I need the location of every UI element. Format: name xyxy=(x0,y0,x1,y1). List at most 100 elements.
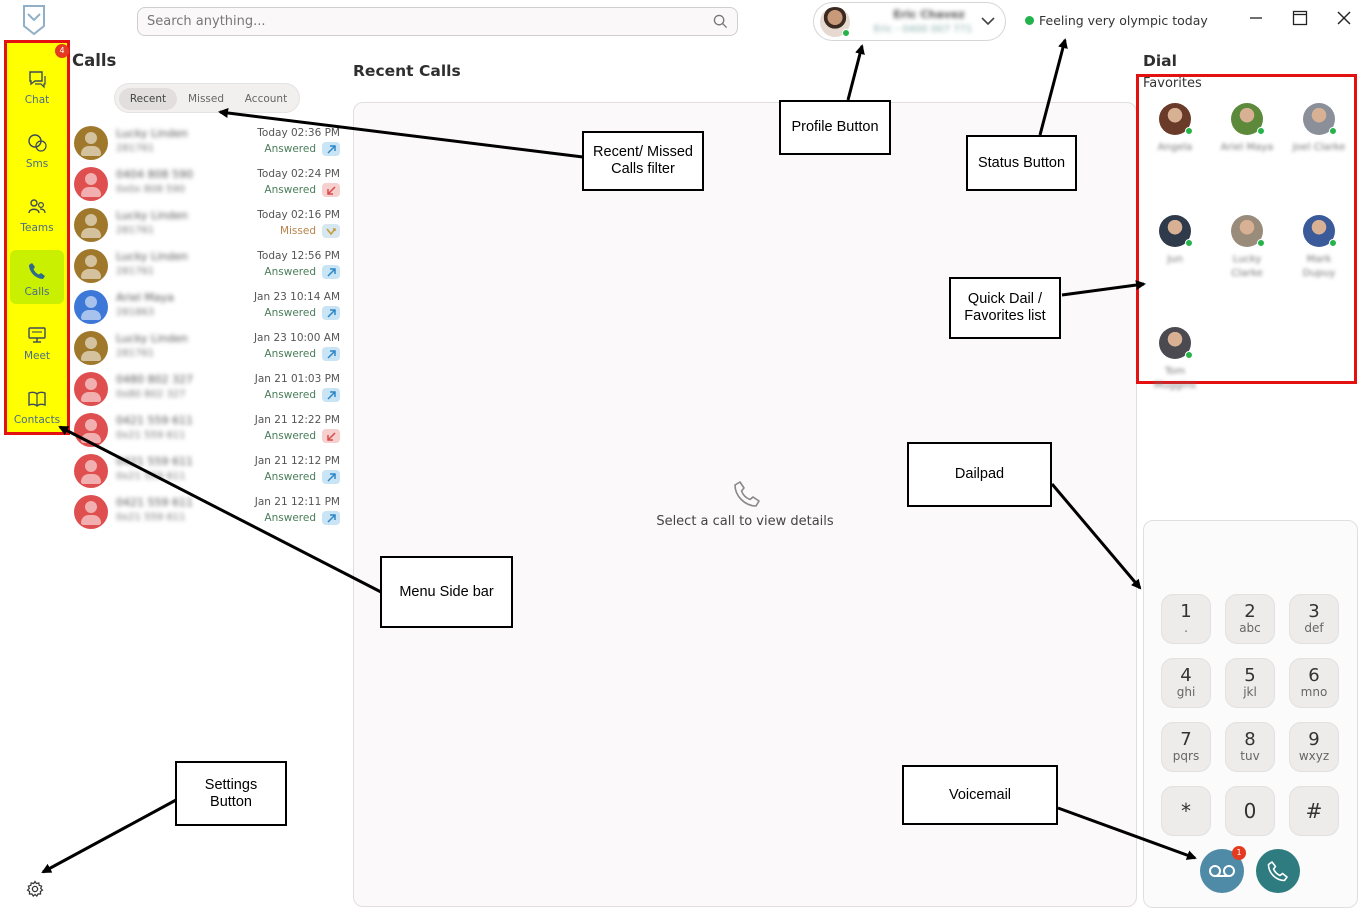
avatar xyxy=(74,208,108,242)
minimize-icon[interactable] xyxy=(1248,10,1264,26)
caller-number: 0x21 559 611 xyxy=(116,471,186,482)
status-button[interactable]: Feeling very olympic today xyxy=(1025,13,1208,28)
caller-name: 0404 808 590 xyxy=(116,168,193,181)
key-letters: def xyxy=(1304,621,1324,635)
profile-button[interactable]: Eric Chavez Eric - 0400 007 771 xyxy=(813,2,1006,41)
favorite-contact[interactable]: Lucky Clarke xyxy=(1217,215,1277,293)
maximize-icon[interactable] xyxy=(1292,10,1308,26)
caller-name: Lucky Linden xyxy=(116,250,188,263)
outgoing-call-icon xyxy=(322,347,340,361)
call-row[interactable]: Ariel Maya 281863 Jan 23 10:14 AM Answered xyxy=(74,290,344,331)
caller-name: 0421 559 611 xyxy=(116,496,193,509)
status-dot-icon xyxy=(1025,16,1034,25)
call-row[interactable]: 0421 559 611 0x21 559 611 Jan 21 12:22 PM A… xyxy=(74,413,344,454)
favorite-contact[interactable]: Ariel Maya xyxy=(1217,103,1277,181)
annotation-status: Status Button xyxy=(966,135,1077,191)
call-time: Today 12:56 PM xyxy=(257,250,340,262)
call-status: Answered xyxy=(264,143,316,155)
chat-icon xyxy=(29,71,46,89)
missed-call-icon xyxy=(322,224,340,238)
dialpad-key[interactable]: 6 mno xyxy=(1289,658,1339,708)
caller-name: Lucky Linden xyxy=(116,127,188,140)
call-button[interactable] xyxy=(1256,849,1300,893)
dialpad-key[interactable]: 1. xyxy=(1161,594,1211,644)
call-row[interactable]: 0404 808 590 0x0x 808 590 Today 02:24 PM An… xyxy=(74,167,344,208)
settings-gear-icon[interactable] xyxy=(26,880,44,898)
call-status: Answered xyxy=(264,430,316,442)
key-digit: 4 xyxy=(1180,665,1192,686)
call-row[interactable]: Lucky Linden 281761 Today 12:56 PM Answered xyxy=(74,249,344,290)
avatar xyxy=(74,372,108,406)
meet-icon xyxy=(28,327,46,343)
dialpad-key[interactable]: 8 tuv xyxy=(1225,722,1275,772)
favorite-contact[interactable]: Mark Dupuy xyxy=(1289,215,1349,293)
caller-name: 0421 559 611 xyxy=(116,414,193,427)
call-time: Jan 21 12:12 PM xyxy=(254,455,340,467)
favorite-contact[interactable]: Tom Muggins xyxy=(1145,327,1205,405)
sidebar-item-sms[interactable]: Sms xyxy=(10,122,64,176)
filter-recent[interactable]: Recent xyxy=(119,88,177,110)
call-row[interactable]: Lucky Linden 281761 Today 02:16 PM Missed xyxy=(74,208,344,249)
search-input[interactable] xyxy=(138,8,698,35)
filter-missed[interactable]: Missed xyxy=(179,88,233,110)
avatar xyxy=(74,454,108,488)
empty-state-text: Select a call to view details xyxy=(656,514,834,529)
sms-icon xyxy=(28,134,47,152)
dialpad-key[interactable]: 0 xyxy=(1225,786,1275,836)
call-time: Jan 21 12:11 PM xyxy=(254,496,340,508)
caller-name: Ariel Maya xyxy=(116,291,174,304)
call-status: Answered xyxy=(264,512,316,524)
search-icon xyxy=(713,14,728,29)
key-letters: wxyz xyxy=(1298,749,1330,763)
call-row[interactable]: 0421 559 611 0x21 559 611 Jan 21 12:11 PM A… xyxy=(74,495,344,536)
call-row[interactable]: Lucky Linden 281761 Today 02:36 PM Answered xyxy=(74,126,344,167)
dialpad-key[interactable]: 3 def xyxy=(1289,594,1339,644)
call-status: Answered xyxy=(264,307,316,319)
favorites-title: Favorites xyxy=(1143,76,1202,91)
call-row[interactable]: Lucky Linden 281761 Jan 23 10:00 AM Answere… xyxy=(74,331,344,372)
key-letters: tuv xyxy=(1240,749,1260,763)
avatar xyxy=(74,290,108,324)
close-icon[interactable] xyxy=(1336,10,1352,26)
sidebar-item-teams[interactable]: Teams xyxy=(10,186,64,240)
dialpad-key[interactable]: * xyxy=(1161,786,1211,836)
call-time: Jan 23 10:14 AM xyxy=(253,291,340,303)
dialpad-key[interactable]: 9 wxyz xyxy=(1289,722,1339,772)
dialpad-key[interactable]: 2 abc xyxy=(1225,594,1275,644)
dialpad-key[interactable]: 4 ghi xyxy=(1161,658,1211,708)
recent-calls-title: Recent Calls xyxy=(353,62,461,80)
sidebar-item-label: Calls xyxy=(24,286,50,298)
call-row[interactable]: 0421 559 611 0x21 559 611 Jan 21 12:12 PM A… xyxy=(74,454,344,495)
annotation-filter: Recent/ Missed Calls filter xyxy=(582,131,704,191)
call-status: Missed xyxy=(279,225,316,237)
favorite-contact[interactable]: Joel Clarke xyxy=(1289,103,1349,181)
sidebar-item-calls[interactable]: Calls xyxy=(10,250,64,304)
key-digit: 8 xyxy=(1244,729,1256,750)
favorite-contact[interactable]: Angela xyxy=(1145,103,1205,181)
incoming-call-icon xyxy=(322,429,340,443)
caller-name: Lucky Linden xyxy=(116,332,188,345)
favorite-contact[interactable]: Jun xyxy=(1145,215,1205,293)
call-time: Jan 21 12:22 PM xyxy=(254,414,340,426)
sidebar-item-chat[interactable]: Chat xyxy=(10,58,64,112)
call-status: Answered xyxy=(264,348,316,360)
filter-account[interactable]: Account xyxy=(235,88,297,110)
phone-icon xyxy=(734,481,760,507)
call-status: Answered xyxy=(264,389,316,401)
outgoing-call-icon xyxy=(322,142,340,156)
call-time: Jan 21 01:03 PM xyxy=(254,373,340,385)
avatar xyxy=(74,413,108,447)
key-digit: # xyxy=(1305,799,1323,823)
dialpad-key[interactable]: # xyxy=(1289,786,1339,836)
avatar xyxy=(74,167,108,201)
online-indicator xyxy=(1329,239,1337,247)
dialpad-key[interactable]: 5 jkl xyxy=(1225,658,1275,708)
calls-filter: Recent Missed Account xyxy=(114,83,300,113)
online-indicator xyxy=(1329,127,1337,135)
search-bar[interactable] xyxy=(137,7,738,36)
dialpad-key[interactable]: 7 pqrs xyxy=(1161,722,1211,772)
sidebar-item-meet[interactable]: Meet xyxy=(10,314,64,368)
sidebar-item-contacts[interactable]: Contacts xyxy=(10,378,64,432)
online-indicator xyxy=(1185,239,1193,247)
call-row[interactable]: 0480 802 327 0x80 802 327 Jan 21 01:03 PM A… xyxy=(74,372,344,413)
